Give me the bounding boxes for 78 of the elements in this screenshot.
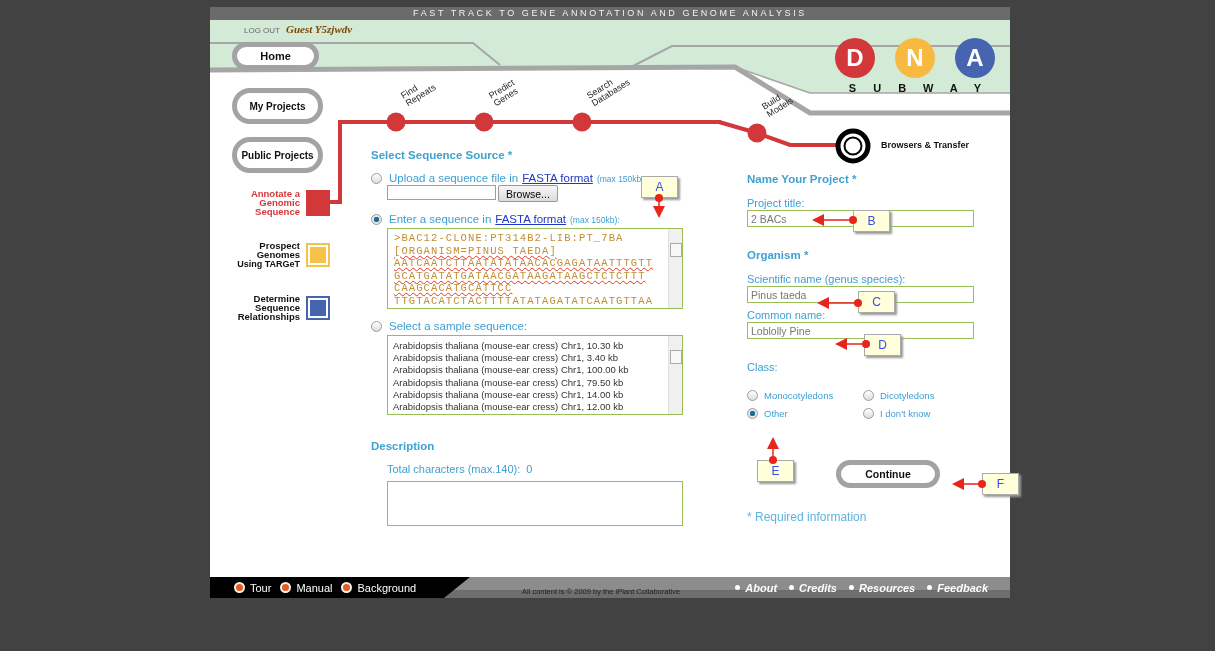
field-label: Project title: — [747, 197, 806, 209]
field-label: Class: — [747, 361, 779, 373]
browse-button[interactable]: Browse... — [498, 185, 558, 202]
pointer-arrow — [835, 338, 870, 350]
workflow-square-icon[interactable] — [306, 295, 330, 320]
bullet-icon — [280, 582, 292, 593]
bullet-icon — [789, 585, 795, 590]
radio-button[interactable] — [747, 390, 758, 401]
pointer-arrow — [653, 194, 665, 218]
pointer-arrow — [817, 297, 862, 309]
scrollbar[interactable] — [668, 229, 682, 308]
list-item[interactable]: Arabidopsis thaliana (mouse-ear cress) Chr1, 79.50 kb — [393, 376, 668, 389]
callout-label: A — [641, 176, 678, 198]
radio-button[interactable] — [371, 172, 382, 184]
description-textarea[interactable] — [387, 481, 683, 526]
section-heading: Organism * — [747, 249, 810, 261]
footer-link[interactable]: Manual — [296, 581, 333, 594]
workflow-link[interactable]: Determine Sequence Relationships — [218, 294, 300, 321]
radio-button[interactable] — [863, 390, 874, 401]
callout-label: C — [858, 291, 895, 313]
radio-button[interactable] — [863, 408, 874, 419]
list-item[interactable]: Arabidopsis thaliana (mouse-ear cress) Chr1, 10.30 kb — [393, 340, 668, 353]
character-count: 0 — [526, 463, 533, 475]
class-label: Dicotyledons — [880, 390, 935, 401]
station-label[interactable]: Browsers & Transfer — [881, 140, 970, 150]
tagline: FAST TRACK TO GENE ANNOTATION AND GENOME ANALYSIS — [210, 7, 1010, 20]
workflow-square-icon[interactable] — [306, 189, 330, 216]
counter-label: Total characters (max.140): — [387, 463, 521, 475]
class-label: Other — [764, 408, 788, 419]
section-heading: Description — [371, 440, 436, 452]
footer-link[interactable]: Background — [357, 581, 417, 594]
fasta-link[interactable]: FASTA format — [522, 172, 593, 184]
scrollbar[interactable] — [668, 336, 682, 414]
field-label: Common name: — [747, 309, 827, 321]
callout-label: D — [864, 334, 901, 356]
sample-listbox[interactable] — [387, 335, 683, 415]
continue-button[interactable]: Continue — [836, 460, 940, 488]
callout-label: E — [757, 460, 794, 482]
file-path-field[interactable] — [387, 185, 496, 200]
workflow-link[interactable]: Annotate a Genomic Sequence — [218, 189, 300, 216]
list-item[interactable]: Arabidopsis thaliana (mouse-ear cress) Chr1, 3.40 kb — [393, 352, 668, 365]
logout-link[interactable]: LOG OUT — [244, 26, 280, 35]
bullet-icon — [234, 582, 245, 593]
bullet-icon — [849, 585, 854, 590]
user-name: Guest Y5zjwdv — [286, 23, 353, 35]
nav-button[interactable]: My Projects — [232, 88, 323, 124]
required-note: * Required information — [747, 510, 868, 524]
logo-wordmark: SUBWAY — [848, 82, 999, 94]
section-heading: Name Your Project * — [747, 173, 858, 185]
common-name-field[interactable]: Loblolly Pine — [747, 322, 974, 339]
size-note: (max 150kb — [596, 174, 642, 184]
pointer-arrow — [952, 478, 986, 490]
list-item[interactable]: Arabidopsis thaliana (mouse-ear cress) Chr1, 14.00 kb — [393, 388, 668, 401]
radio-button[interactable] — [371, 320, 382, 332]
pointer-arrow — [812, 214, 857, 226]
bullet-icon — [927, 585, 933, 590]
radio-button[interactable] — [747, 408, 758, 419]
section-heading: Select Sequence Source * — [371, 149, 514, 161]
bullet-icon — [341, 582, 353, 593]
field-label: Scientific name (genus species): — [747, 273, 907, 285]
bullet-icon — [735, 585, 741, 590]
workflow-link[interactable]: Prospect Genomes Using TARGeT — [218, 241, 300, 269]
nav-button[interactable]: Home — [232, 42, 319, 70]
option-label: Upload a sequence file in — [389, 172, 519, 184]
callout-label: B — [853, 210, 890, 232]
class-label: I don't know — [880, 408, 931, 419]
list-item[interactable]: Arabidopsis thaliana (mouse-ear cress) Chr1, 12.00 kb — [393, 401, 668, 414]
option-label: Enter a sequence in — [389, 213, 492, 225]
radio-button[interactable] — [371, 213, 382, 225]
callout-label: F — [982, 473, 1019, 495]
size-note: (max 150kb): — [570, 215, 620, 225]
footer-link[interactable]: Tour — [250, 581, 272, 594]
nav-button[interactable]: Public Projects — [232, 137, 323, 173]
fasta-link[interactable]: FASTA format — [495, 213, 567, 225]
pointer-arrow — [767, 437, 779, 464]
class-label: Monocotyledons — [764, 390, 834, 401]
option-label: Select a sample sequence: — [389, 320, 528, 332]
list-item[interactable]: Arabidopsis thaliana (mouse-ear cress) Chr1, 100.00 kb — [393, 364, 668, 377]
